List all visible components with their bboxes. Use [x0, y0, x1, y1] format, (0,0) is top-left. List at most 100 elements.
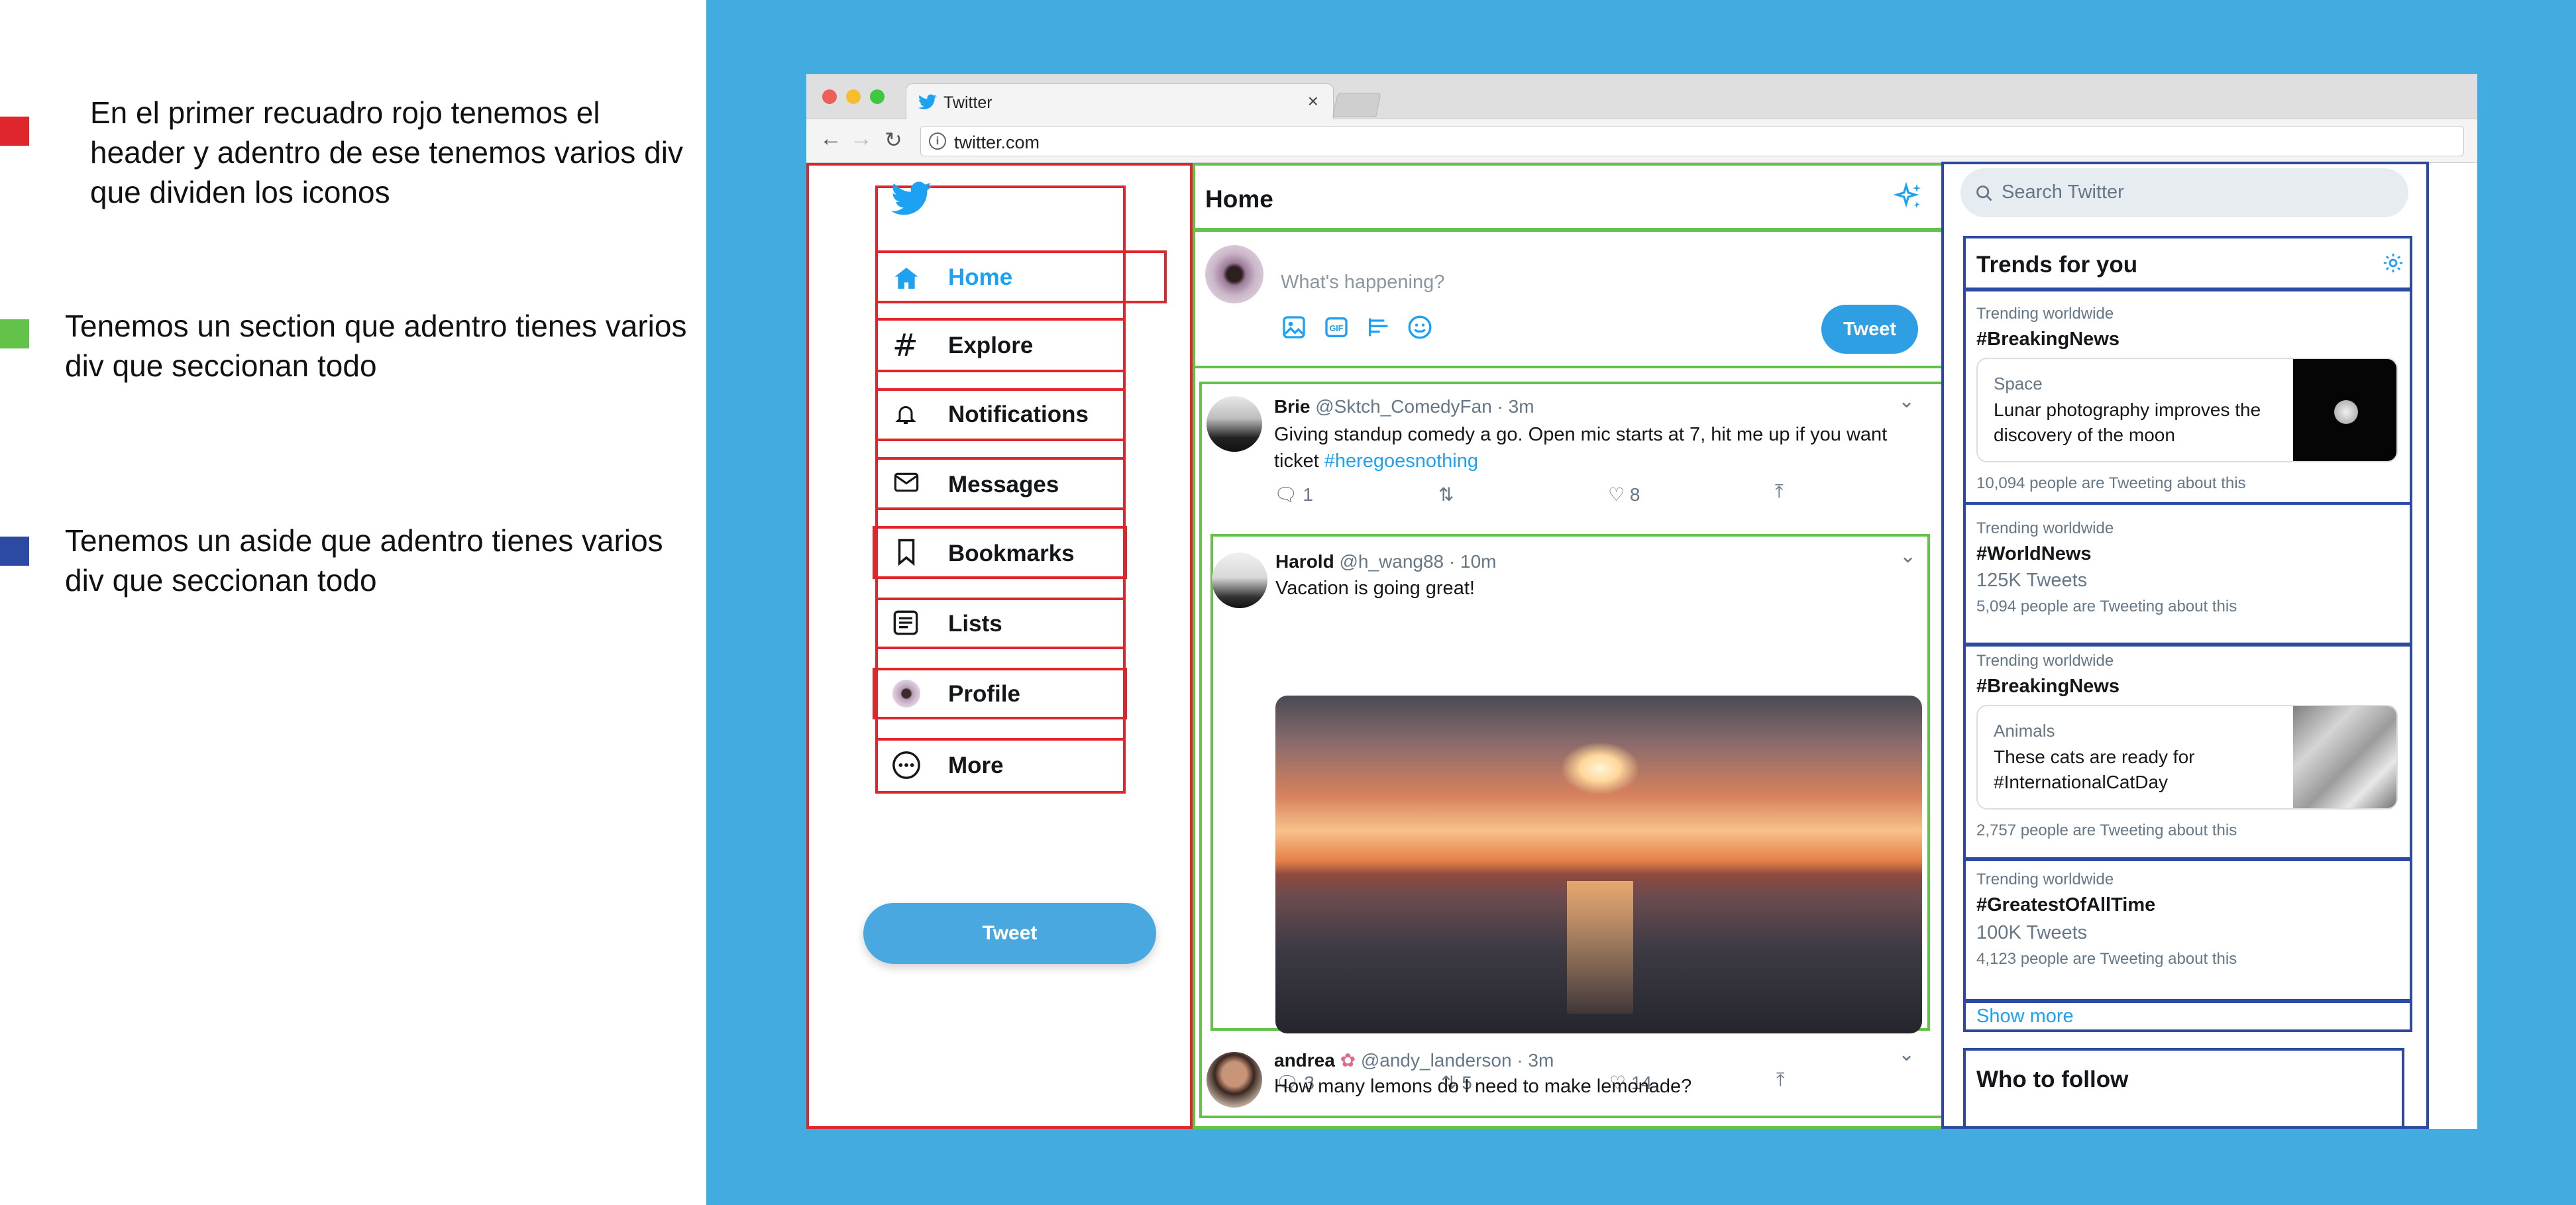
tweet-header: andrea ✿ @andy_landerson · 3m	[1274, 1049, 1554, 1071]
like-action[interactable]: ♡ 8	[1608, 484, 1640, 505]
hashtag-icon: #	[892, 327, 918, 363]
page-title: Home	[1205, 185, 1273, 213]
twitter-page: Home # Explore Notifications Messages Bo…	[806, 162, 2477, 1129]
nav-item-label: Profile	[948, 681, 1020, 707]
tweet-avatar[interactable]	[1207, 396, 1262, 452]
browser-tab[interactable]: Twitter ×	[906, 83, 1334, 121]
legend-line: header y adentro de ese tenemos varios d…	[90, 135, 683, 170]
card-text: These cats are ready for #InternationalC…	[1994, 745, 2194, 795]
trend-people: 2,757 people are Tweeting about this	[1976, 821, 2237, 839]
hashtag-link[interactable]: #heregoesnothing	[1324, 450, 1478, 472]
compose-input[interactable]: What's happening?	[1281, 272, 1444, 293]
legend-line: Tenemos un aside que adentro tienes vari…	[65, 523, 663, 558]
retweet-icon: ⇅	[1438, 484, 1454, 505]
nav-item-label: More	[948, 753, 1004, 778]
trend-count: 100K Tweets	[1976, 922, 2088, 943]
trend-context: Trending worldwide	[1976, 305, 2114, 323]
legend-line: Tenemos un section que adentro tienes va…	[65, 309, 687, 343]
moon-image	[2293, 359, 2396, 461]
tweet-avatar[interactable]	[1207, 1052, 1262, 1108]
poll-icon[interactable]	[1366, 314, 1392, 341]
card-text: Lunar photography improves the discovery…	[1994, 397, 2261, 448]
trend-people: 5,094 people are Tweeting about this	[1976, 598, 2237, 615]
list-icon	[893, 610, 918, 635]
back-arrow-icon[interactable]: ←	[820, 126, 842, 152]
show-more-link[interactable]: Show more	[1976, 1006, 2074, 1027]
trend-hashtag: #GreatestOfAllTime	[1976, 894, 2156, 916]
nav-item-home[interactable]	[875, 250, 1167, 303]
twitter-bird-icon	[918, 94, 937, 109]
tweet-avatar[interactable]	[1212, 552, 1267, 608]
tweet-author-name[interactable]: andrea	[1274, 1050, 1335, 1071]
trend-card-space[interactable]: Space Lunar photography improves the dis…	[1976, 358, 2398, 462]
emoji-icon[interactable]	[1407, 314, 1433, 341]
info-icon[interactable]: i	[929, 132, 946, 150]
sparkle-icon[interactable]	[1893, 182, 1925, 213]
settings-gear-icon[interactable]	[2382, 252, 2404, 274]
legend-red-square	[0, 117, 29, 146]
reload-icon[interactable]: ↻	[885, 127, 902, 152]
profile-avatar-icon	[892, 680, 920, 707]
tab-close-icon[interactable]: ×	[1308, 91, 1318, 112]
trend-context: Trending worldwide	[1976, 652, 2114, 670]
trend-people: 4,123 people are Tweeting about this	[1976, 950, 2237, 968]
envelope-icon	[894, 472, 919, 492]
new-tab-button[interactable]	[1332, 93, 1381, 117]
sidebar-tweet-button[interactable]: Tweet	[863, 903, 1156, 964]
tweet-handle: @andy_landerson · 3m	[1360, 1050, 1554, 1071]
compose-avatar	[1205, 245, 1263, 303]
card-text-line: These cats are ready for	[1994, 747, 2195, 767]
browser-titlebar: Twitter ×	[806, 74, 2477, 121]
chevron-down-icon[interactable]: ⌄	[1898, 390, 1915, 413]
legend-blue-square	[0, 537, 29, 566]
card-category: Animals	[1994, 721, 2055, 741]
heart-icon: ♡	[1608, 484, 1625, 505]
chevron-down-icon[interactable]: ⌄	[1898, 1043, 1915, 1066]
bell-icon	[895, 406, 916, 424]
home-icon	[894, 268, 918, 289]
bookmark-icon	[898, 539, 915, 566]
card-text-line: #InternationalCatDay	[1994, 772, 2169, 792]
tweet-image-sunset[interactable]	[1275, 696, 1922, 1033]
tweet-author-name[interactable]: Brie	[1274, 396, 1310, 417]
search-input[interactable]: Search Twitter	[1960, 168, 2408, 217]
gif-icon[interactable]: GIF	[1323, 314, 1350, 341]
reply-count: 1	[1303, 484, 1313, 505]
chevron-down-icon[interactable]: ⌄	[1900, 545, 1916, 568]
minimize-window-dot[interactable]	[846, 89, 861, 104]
card-text-line: Lunar photography improves the	[1994, 399, 2261, 420]
url-field[interactable]: i twitter.com	[920, 126, 2464, 156]
image-icon[interactable]	[1281, 314, 1307, 341]
tweet-author-name[interactable]: Harold	[1275, 551, 1334, 572]
page-gutter	[2430, 163, 2477, 1129]
share-icon[interactable]: ⤒	[1775, 481, 1783, 503]
close-window-dot[interactable]	[822, 89, 837, 104]
share-icon[interactable]: ⤒	[1776, 1069, 1784, 1091]
trend-count: 125K Tweets	[1976, 570, 2088, 591]
tweet-text-line2: ticket #heregoesnothing	[1274, 448, 1887, 474]
maximize-window-dot[interactable]	[870, 89, 885, 104]
reply-action[interactable]: 🗨 1	[1274, 484, 1313, 505]
card-text-line: discovery of the moon	[1994, 425, 2175, 445]
tweet-text: Giving standup comedy a go. Open mic sta…	[1274, 421, 1887, 474]
svg-text:GIF: GIF	[1330, 324, 1344, 333]
trend-card-animals[interactable]: Animals These cats are ready for #Intern…	[1976, 705, 2398, 810]
legend-red-text: En el primer recuadro rojo tenemos el he…	[90, 93, 683, 212]
card-category: Space	[1994, 374, 2043, 393]
nav-item-label: Bookmarks	[948, 541, 1075, 566]
sun-reflection	[1567, 881, 1633, 1014]
trend-hashtag: #WorldNews	[1976, 543, 2092, 564]
tweet-header: Harold @h_wang88 · 10m	[1275, 551, 1496, 572]
twitter-logo-icon[interactable]	[891, 182, 932, 216]
cats-image	[2293, 706, 2396, 808]
legend-line: En el primer recuadro rojo tenemos el	[90, 95, 600, 130]
compose-tweet-button[interactable]: Tweet	[1821, 305, 1918, 354]
forward-arrow-icon[interactable]: →	[850, 126, 873, 152]
legend-green-square	[0, 319, 29, 348]
nav-item-label: Explore	[948, 333, 1034, 358]
more-icon	[892, 751, 920, 779]
legend-line: que dividen los iconos	[90, 175, 390, 209]
trend-people: 10,094 people are Tweeting about this	[1976, 474, 2246, 492]
moon	[2334, 400, 2358, 424]
retweet-action[interactable]: ⇅	[1438, 484, 1454, 505]
